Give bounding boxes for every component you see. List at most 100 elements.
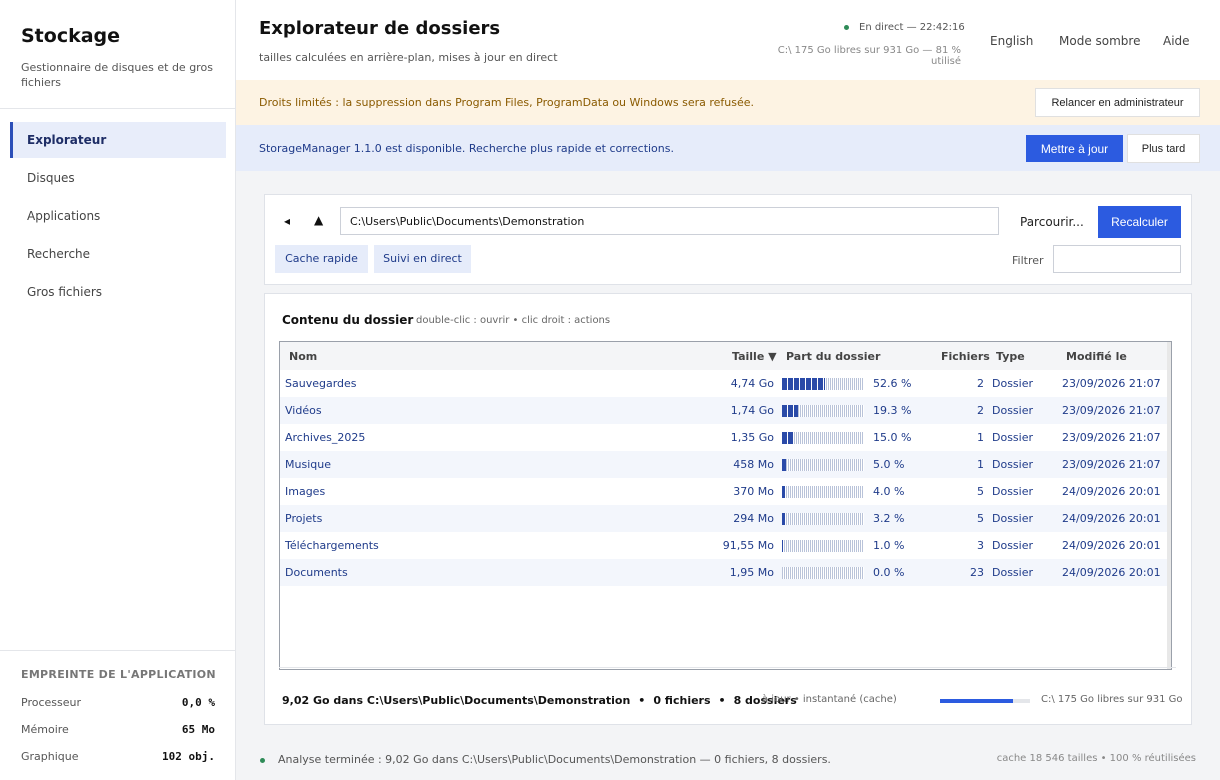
row-modified: 23/09/2026 21:07: [1062, 404, 1161, 417]
folder-contents-panel: Contenu du dossier double-clic : ouvrir …: [264, 293, 1192, 725]
row-type: Dossier: [992, 485, 1034, 498]
column-size[interactable]: Taille ▼: [732, 350, 777, 363]
row-name: Images: [285, 485, 326, 498]
live-clock: En direct — 22:42:16: [859, 22, 965, 33]
sidebar-item-recherche[interactable]: Recherche: [10, 236, 226, 272]
row-share-fill: [782, 486, 785, 498]
table-row[interactable]: Documents 1,95 Mo 0.0 % 23 Dossier 24/09/2026…: [280, 559, 1171, 586]
row-size: 370 Mo: [733, 485, 774, 498]
row-name: Sauvegardes: [285, 377, 357, 390]
summary-total: 9,02 Go dans C:\Users\Public\Documents\D…: [282, 694, 631, 707]
status-dot-icon: [260, 758, 265, 763]
later-button[interactable]: Plus tard: [1127, 134, 1200, 163]
row-modified: 23/09/2026 21:07: [1062, 377, 1161, 390]
row-files: 5: [977, 512, 984, 525]
table-row[interactable]: Archives_2025 1,35 Go 15.0 % 1 Dossier 23/09/…: [280, 424, 1171, 451]
row-size: 1,95 Mo: [729, 566, 774, 579]
table-row[interactable]: Vidéos 1,74 Go 19.3 % 2 Dossier 23/09/2026 21…: [280, 397, 1171, 424]
contents-hint: double-clic : ouvrir • clic droit : acti…: [416, 315, 611, 326]
row-share-bar: [782, 378, 864, 390]
row-share-bar: [782, 540, 864, 552]
live-follow-toggle[interactable]: Suivi en direct: [374, 245, 471, 273]
row-share-pct: 52.6 %: [873, 377, 912, 390]
cache-status: à jour • instantané (cache): [762, 694, 897, 705]
sidebar: Stockage Gestionnaire de disques et de g…: [0, 0, 236, 780]
footprint-graphics: Graphique 102 obj.: [21, 750, 215, 763]
table-scrollbar[interactable]: [1167, 342, 1171, 669]
footprint-memory-label: Mémoire: [21, 723, 69, 736]
disk-free-text: C:\ 175 Go libres sur 931 Go: [1041, 694, 1183, 705]
quick-cache-toggle[interactable]: Cache rapide: [275, 245, 368, 273]
dark-mode-link[interactable]: Mode sombre: [1059, 34, 1140, 48]
footprint-graphics-label: Graphique: [21, 750, 79, 763]
row-share-fill: [782, 459, 786, 471]
row-size: 91,55 Mo: [722, 539, 774, 552]
sidebar-item-explorateur[interactable]: Explorateur: [10, 122, 226, 158]
column-type[interactable]: Type: [996, 350, 1025, 363]
summary-separator: •: [718, 694, 726, 707]
relaunch-admin-button[interactable]: Relancer en administrateur: [1035, 88, 1200, 117]
folder-summary: 9,02 Go dans C:\Users\Public\Documents\D…: [282, 694, 797, 707]
row-share-fill: [782, 405, 798, 417]
back-button[interactable]: ◂: [284, 214, 290, 228]
row-size: 4,74 Go: [730, 377, 774, 390]
update-button[interactable]: Mettre à jour: [1026, 135, 1123, 162]
table-row[interactable]: Projets 294 Mo 3.2 % 5 Dossier 24/09/2026 20:…: [280, 505, 1171, 532]
row-modified: 24/09/2026 20:01: [1062, 485, 1161, 498]
admin-warning-text: Droits limités : la suppression dans Pro…: [259, 96, 755, 109]
row-name: Vidéos: [285, 404, 322, 417]
header: Explorateur de dossiers tailles calculée…: [236, 0, 1220, 80]
row-share-bar: [782, 486, 864, 498]
row-files: 23: [970, 566, 984, 579]
row-share-fill: [782, 513, 785, 525]
row-type: Dossier: [992, 539, 1034, 552]
update-banner: StorageManager 1.1.0 est disponible. Rec…: [236, 125, 1220, 171]
row-type: Dossier: [992, 458, 1034, 471]
row-name: Projets: [285, 512, 323, 525]
row-size: 1,35 Go: [730, 431, 774, 444]
row-share-bar: [782, 513, 864, 525]
language-link[interactable]: English: [990, 34, 1033, 48]
row-share-pct: 1.0 %: [873, 539, 905, 552]
row-type: Dossier: [992, 566, 1034, 579]
column-files[interactable]: Fichiers: [941, 350, 990, 363]
row-modified: 24/09/2026 20:01: [1062, 566, 1161, 579]
table-row[interactable]: Sauvegardes 4,74 Go 52.6 % 2 Dossier 23/09/20…: [280, 370, 1171, 397]
recalculate-button[interactable]: Recalculer: [1098, 206, 1181, 238]
row-files: 1: [977, 458, 984, 471]
footprint-cpu: Processeur 0,0 %: [21, 696, 215, 709]
row-share-pct: 15.0 %: [873, 431, 912, 444]
app-subtitle: Gestionnaire de disques et de gros fichi…: [21, 61, 213, 89]
row-name: Archives_2025: [285, 431, 366, 444]
table-row[interactable]: Musique 458 Mo 5.0 % 1 Dossier 23/09/2026 21:…: [280, 451, 1171, 478]
sidebar-item-disques[interactable]: Disques: [10, 160, 226, 196]
admin-warning-banner: Droits limités : la suppression dans Pro…: [236, 80, 1220, 125]
row-share-pct: 5.0 %: [873, 458, 905, 471]
column-name[interactable]: Nom: [289, 350, 317, 363]
up-button[interactable]: ▲: [314, 213, 323, 227]
path-input[interactable]: [340, 207, 999, 235]
summary-divider: [279, 667, 1176, 668]
summary-separator: •: [638, 694, 646, 707]
column-modified[interactable]: Modifié le: [1066, 350, 1127, 363]
sidebar-item-applications[interactable]: Applications: [10, 198, 226, 234]
row-share-pct: 3.2 %: [873, 512, 905, 525]
disk-usage-bar: [940, 699, 1030, 703]
row-type: Dossier: [992, 377, 1034, 390]
row-name: Documents: [285, 566, 348, 579]
row-modified: 23/09/2026 21:07: [1062, 458, 1161, 471]
sidebar-item-gros-fichiers[interactable]: Gros fichiers: [10, 274, 226, 310]
summary-files: 0 fichiers: [653, 694, 711, 707]
row-modified: 23/09/2026 21:07: [1062, 431, 1161, 444]
row-size: 294 Mo: [733, 512, 774, 525]
table-row[interactable]: Téléchargements 91,55 Mo 1.0 % 3 Dossier 24/0…: [280, 532, 1171, 559]
row-share-fill: [782, 432, 794, 444]
help-link[interactable]: Aide: [1163, 34, 1190, 48]
table-row[interactable]: Images 370 Mo 4.0 % 5 Dossier 24/09/2026 20:0…: [280, 478, 1171, 505]
sidebar-divider: [0, 108, 235, 109]
footprint-cpu-label: Processeur: [21, 696, 81, 709]
browse-button[interactable]: Parcourir...: [1020, 215, 1084, 229]
live-indicator: En direct — 22:42:16: [844, 22, 965, 33]
filter-input[interactable]: [1053, 245, 1181, 273]
column-share[interactable]: Part du dossier: [786, 350, 880, 363]
